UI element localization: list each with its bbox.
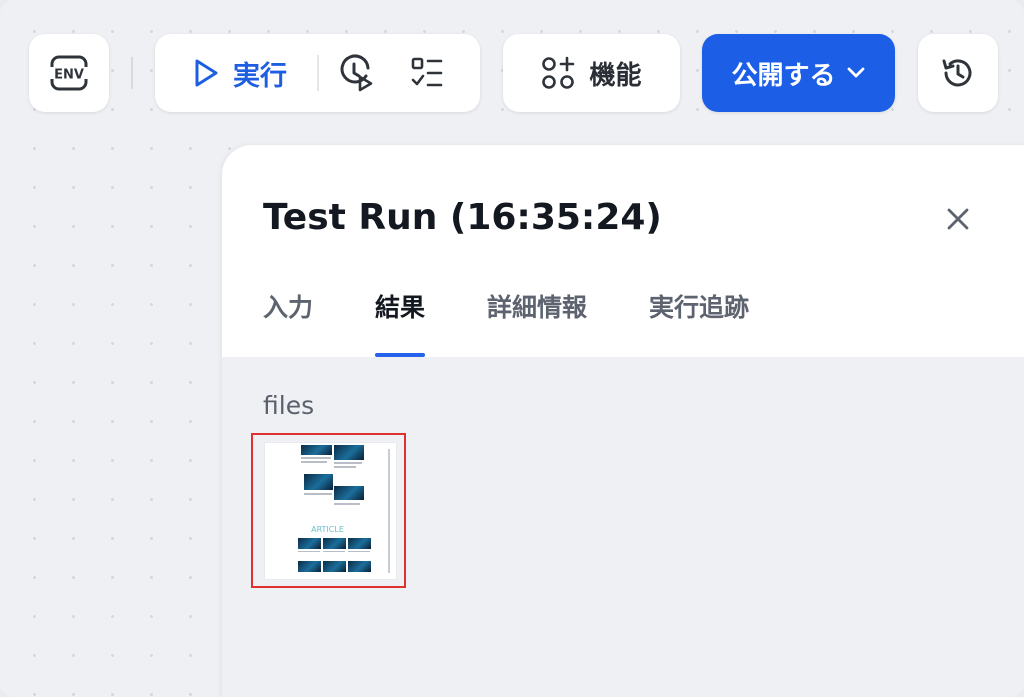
history-icon bbox=[942, 59, 972, 87]
file-thumbnail[interactable]: ARTICLE bbox=[251, 433, 406, 588]
tab-input[interactable]: 入力 bbox=[263, 288, 313, 357]
checklist-button[interactable] bbox=[391, 34, 463, 112]
env-button[interactable]: ENV bbox=[29, 34, 109, 112]
svg-text:ENV: ENV bbox=[54, 68, 84, 83]
play-icon bbox=[195, 59, 218, 87]
article-caption: ARTICLE bbox=[311, 525, 344, 534]
run-button-group: 実行 bbox=[155, 34, 480, 112]
tab-trace[interactable]: 実行追跡 bbox=[649, 288, 749, 357]
document-preview: ARTICLE bbox=[265, 443, 396, 579]
panel-header: Test Run (16:35:24) 入力 結果 詳細情報 実行追跡 bbox=[222, 145, 1024, 357]
clock-play-icon bbox=[340, 54, 373, 92]
chevron-down-icon bbox=[847, 67, 864, 78]
toolbar-divider bbox=[131, 57, 133, 89]
apps-add-icon bbox=[542, 56, 575, 89]
features-button[interactable]: 機能 bbox=[503, 34, 680, 112]
env-icon: ENV bbox=[49, 55, 89, 91]
features-label: 機能 bbox=[589, 60, 642, 91]
scheduled-run-button[interactable] bbox=[319, 34, 391, 112]
test-run-panel: Test Run (16:35:24) 入力 結果 詳細情報 実行追跡 file… bbox=[222, 145, 1024, 697]
close-button[interactable] bbox=[940, 201, 976, 237]
workflow-canvas: ENV 実行 機能 公開する Test Run (16:35:24) 入力 結果… bbox=[0, 0, 1024, 697]
publish-button[interactable]: 公開する bbox=[702, 34, 895, 112]
history-button[interactable] bbox=[918, 34, 998, 112]
tab-result[interactable]: 結果 bbox=[375, 288, 426, 357]
tab-details[interactable]: 詳細情報 bbox=[487, 288, 587, 357]
checklist-icon bbox=[411, 57, 443, 87]
files-label: files bbox=[263, 391, 315, 420]
panel-tabs: 入力 結果 詳細情報 実行追跡 bbox=[263, 288, 811, 357]
close-icon bbox=[947, 208, 969, 230]
run-button[interactable]: 実行 bbox=[155, 34, 317, 112]
panel-title: Test Run (16:35:24) bbox=[263, 197, 662, 238]
run-label: 実行 bbox=[233, 60, 287, 92]
publish-label: 公開する bbox=[731, 60, 836, 91]
